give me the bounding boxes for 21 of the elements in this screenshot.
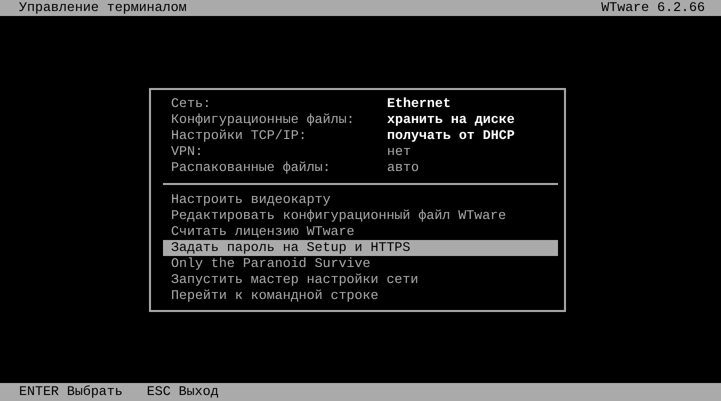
setting-label: Сеть:: [171, 96, 212, 112]
menu-item[interactable]: Запустить мастер настройки сети: [163, 272, 558, 288]
menu-item[interactable]: Считать лицензию WTware: [163, 224, 558, 240]
setting-value: хранить на диске: [387, 112, 516, 128]
menu-item[interactable]: Настроить видеокарту: [163, 192, 558, 208]
menu-item[interactable]: Only the Paranoid Survive: [163, 256, 558, 272]
version-label: WTware 6.2.66: [601, 0, 705, 16]
setting-value: авто: [387, 160, 420, 176]
setting-value: нет: [387, 144, 412, 160]
key-hint: ENTER Выбрать: [19, 384, 123, 400]
setting-value: Ethernet: [387, 96, 452, 112]
menu-item[interactable]: Редактировать конфигурационный файл WTware: [163, 208, 558, 224]
menu-item[interactable]: Перейти к командной строке: [163, 288, 558, 304]
setting-label: Конфигурационные файлы:: [171, 112, 356, 128]
setting-label: Настройки TCP/IP:: [171, 128, 308, 144]
setting-value: получать от DHCP: [387, 128, 516, 144]
key-hint: ESC Выход: [146, 384, 219, 400]
window-title: Управление терминалом: [19, 0, 187, 16]
setting-label: Распакованные файлы:: [171, 160, 332, 176]
setting-label: VPN:: [171, 144, 204, 160]
menu-item[interactable]: Задать пароль на Setup и HTTPS: [163, 240, 558, 256]
